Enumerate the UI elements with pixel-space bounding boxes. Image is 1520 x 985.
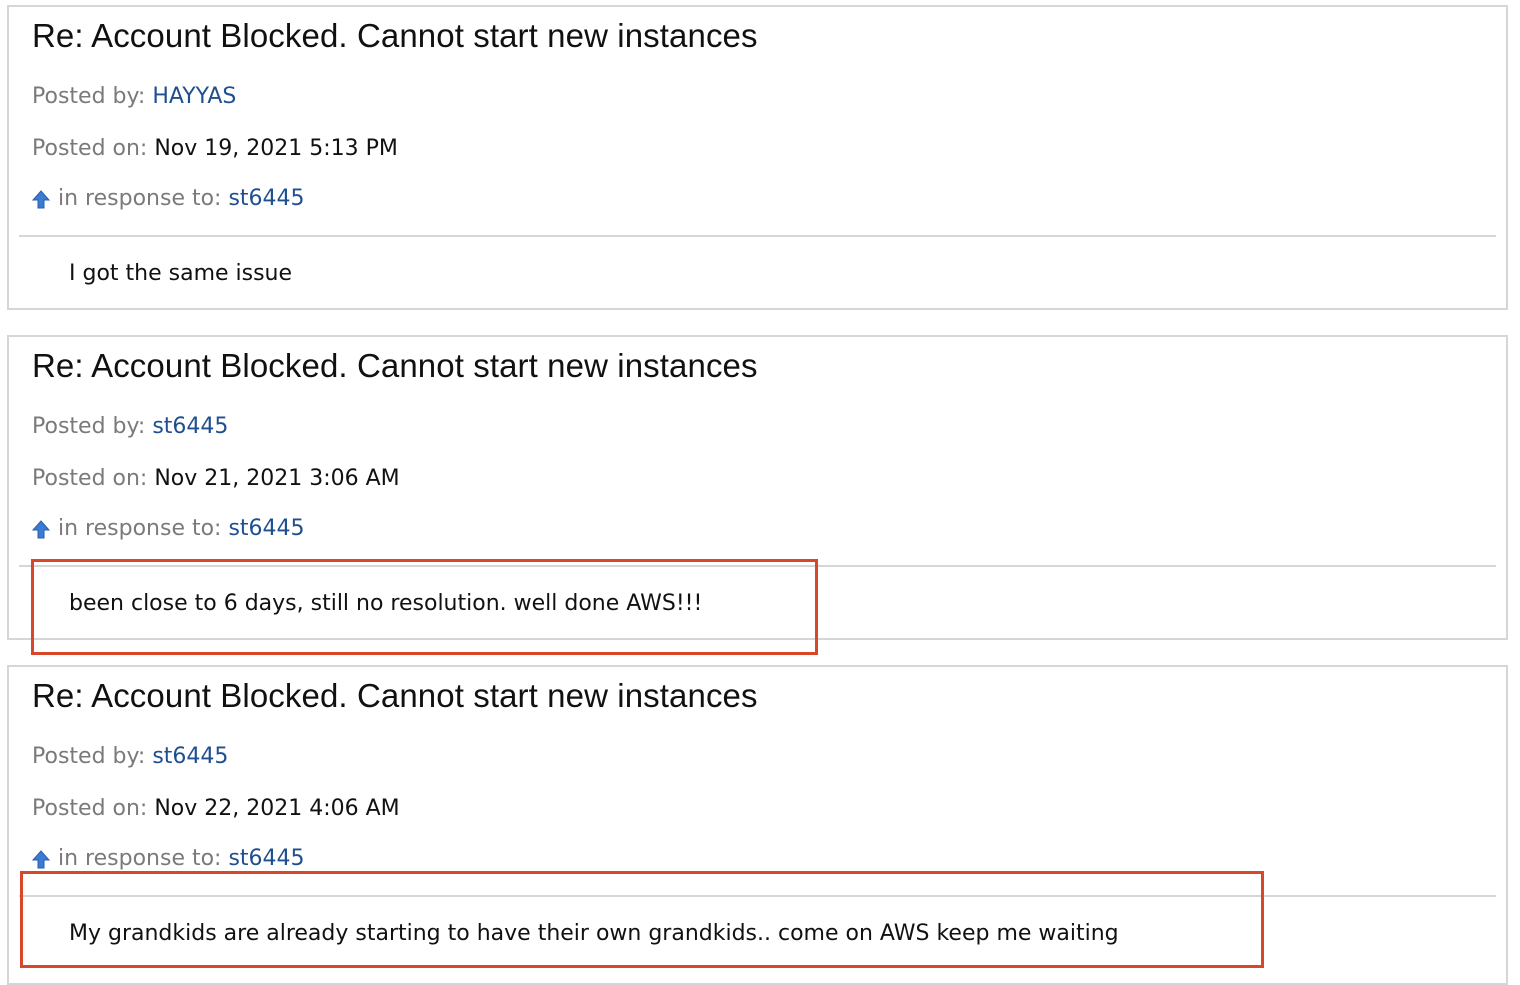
posted-on-label: Posted on: xyxy=(32,136,148,161)
posted-on-line: Posted on: Nov 22, 2021 4:06 AM xyxy=(32,796,400,821)
post-title: Re: Account Blocked. Cannot start new in… xyxy=(32,17,758,54)
author-link[interactable]: st6445 xyxy=(152,744,228,769)
in-response-line: in response to: st6445 xyxy=(32,846,305,871)
post-body: been close to 6 days, still no resolutio… xyxy=(69,591,703,616)
post-divider xyxy=(19,235,1496,237)
forum-post: Re: Account Blocked. Cannot start new in… xyxy=(7,665,1508,985)
posted-by-line: Posted by: st6445 xyxy=(32,414,228,439)
post-title: Re: Account Blocked. Cannot start new in… xyxy=(32,677,758,714)
author-link[interactable]: HAYYAS xyxy=(152,84,236,109)
in-response-label: in response to: xyxy=(58,516,222,541)
posted-by-line: Posted by: st6445 xyxy=(32,744,228,769)
in-response-line: in response to: st6445 xyxy=(32,516,305,541)
posted-on-line: Posted on: Nov 19, 2021 5:13 PM xyxy=(32,136,398,161)
posted-on-label: Posted on: xyxy=(32,466,148,491)
in-response-line: in response to: st6445 xyxy=(32,186,305,211)
forum-post: Re: Account Blocked. Cannot start new in… xyxy=(7,335,1508,640)
post-title: Re: Account Blocked. Cannot start new in… xyxy=(32,347,758,384)
posted-by-label: Posted by: xyxy=(32,84,146,109)
up-arrow-icon xyxy=(32,520,50,539)
posted-by-line: Posted by: HAYYAS xyxy=(32,84,236,109)
in-response-label: in response to: xyxy=(58,846,222,871)
response-to-link[interactable]: st6445 xyxy=(228,516,304,541)
response-to-link[interactable]: st6445 xyxy=(228,186,304,211)
post-divider xyxy=(19,895,1496,897)
response-to-link[interactable]: st6445 xyxy=(228,846,304,871)
post-body: I got the same issue xyxy=(69,261,293,286)
posted-on-date: Nov 22, 2021 4:06 AM xyxy=(154,796,400,821)
up-arrow-icon xyxy=(32,850,50,869)
posted-by-label: Posted by: xyxy=(32,744,146,769)
post-body: My grandkids are already starting to hav… xyxy=(69,921,1119,946)
up-arrow-icon xyxy=(32,190,50,209)
posted-by-label: Posted by: xyxy=(32,414,146,439)
in-response-label: in response to: xyxy=(58,186,222,211)
posted-on-line: Posted on: Nov 21, 2021 3:06 AM xyxy=(32,466,400,491)
posted-on-label: Posted on: xyxy=(32,796,148,821)
posted-on-date: Nov 19, 2021 5:13 PM xyxy=(154,136,398,161)
author-link[interactable]: st6445 xyxy=(152,414,228,439)
forum-post: Re: Account Blocked. Cannot start new in… xyxy=(7,5,1508,310)
post-divider xyxy=(19,565,1496,567)
posted-on-date: Nov 21, 2021 3:06 AM xyxy=(154,466,400,491)
